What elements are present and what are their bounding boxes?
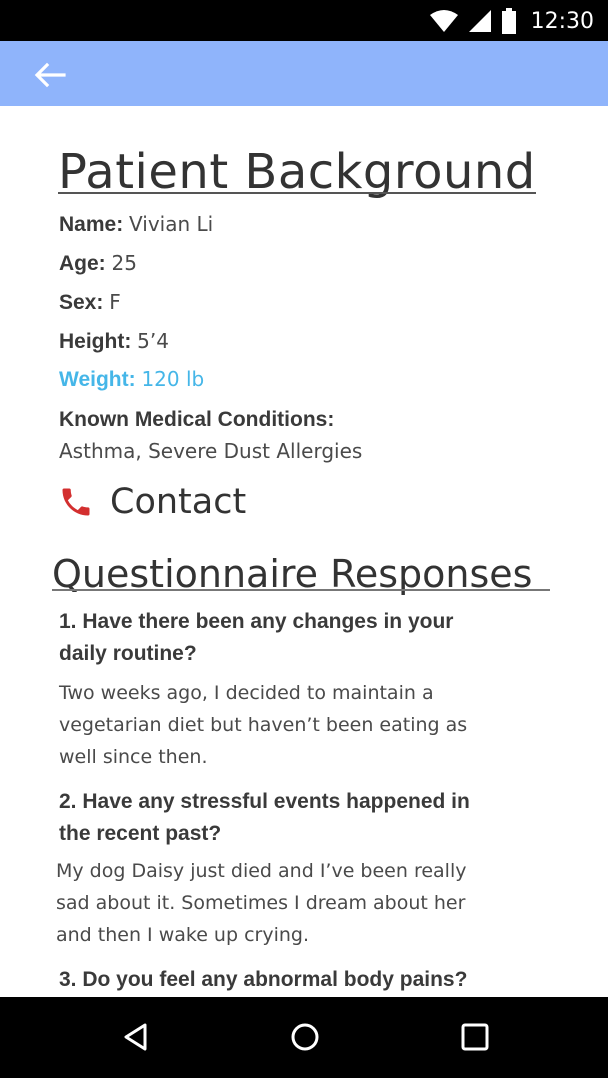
answer-2: My dog Daisy just died and I’ve been rea… [56,855,526,951]
field-name-value: Vivian Li [129,212,214,236]
question-2-line-1: 2. Have any stressful events happened in [59,790,470,813]
wifi-icon [429,10,458,32]
answer-2-line-2: sad about it. Sometimes I dream about he… [56,892,466,914]
question-3: 3. Do you feel any abnormal body pains? [59,964,529,996]
field-age: Age: 25 [59,251,137,276]
field-weight-label: Weight: [59,368,136,391]
question-1-line-2: daily routine? [59,642,197,665]
nav-home-button[interactable] [283,1017,327,1057]
battery-icon [501,8,516,34]
question-2-line-2: the recent past? [59,822,222,845]
nav-back-button[interactable] [114,1017,158,1057]
field-name-label: Name: [59,213,124,236]
title-underline [58,192,536,194]
field-age-value: 25 [111,251,137,275]
field-height-label: Height: [59,330,132,353]
nav-back-icon [124,1023,147,1051]
navigation-bar [0,997,608,1078]
conditions-value: Asthma, Severe Dust Allergies [59,439,363,463]
answer-1-line-3: well since then. [59,746,208,768]
status-time: 12:30 [530,8,594,34]
question-1-line-1: 1. Have there been any changes in your [59,610,454,633]
questionnaire-underline [52,589,550,591]
field-name: Name: Vivian Li [59,212,213,237]
nav-recents-button[interactable] [453,1017,497,1057]
contact-label: Contact [110,482,247,522]
field-height: Height: 5’4 [59,329,169,354]
patient-content: Patient Background Name: Vivian Li Age: … [0,106,608,997]
field-sex: Sex: F [59,290,121,315]
answer-2-line-3: and then I wake up crying. [56,924,309,946]
answer-2-line-1: My dog Daisy just died and I’ve been rea… [56,860,467,882]
conditions-label: Known Medical Conditions: [59,408,335,431]
status-bar: 12:30 [0,0,608,41]
app-bar [0,41,608,106]
arrow-back-icon [34,62,66,88]
field-weight[interactable]: Weight: 120 lb [59,367,204,392]
back-button[interactable] [32,59,72,91]
question-2: 2. Have any stressful events happened in… [59,786,529,850]
status-icons: 12:30 [429,6,594,36]
question-1: 1. Have there been any changes in your d… [59,606,529,670]
nav-home-icon [291,1023,319,1051]
field-sex-value: F [109,290,121,314]
question-3-line-1: 3. Do you feel any abnormal body pains? [59,968,468,991]
field-age-label: Age: [59,252,106,275]
field-sex-label: Sex: [59,291,104,314]
signal-icon [468,10,491,32]
nav-recents-icon [461,1023,489,1051]
answer-1-line-2: vegetarian diet but haven’t been eating … [59,714,468,736]
contact-button[interactable]: Contact [58,480,246,524]
phone-icon [62,488,90,516]
answer-1: Two weeks ago, I decided to maintain a v… [59,677,529,773]
field-height-value: 5’4 [137,329,169,353]
answer-1-line-1: Two weeks ago, I decided to maintain a [59,682,434,704]
field-weight-value: 120 lb [141,367,205,391]
